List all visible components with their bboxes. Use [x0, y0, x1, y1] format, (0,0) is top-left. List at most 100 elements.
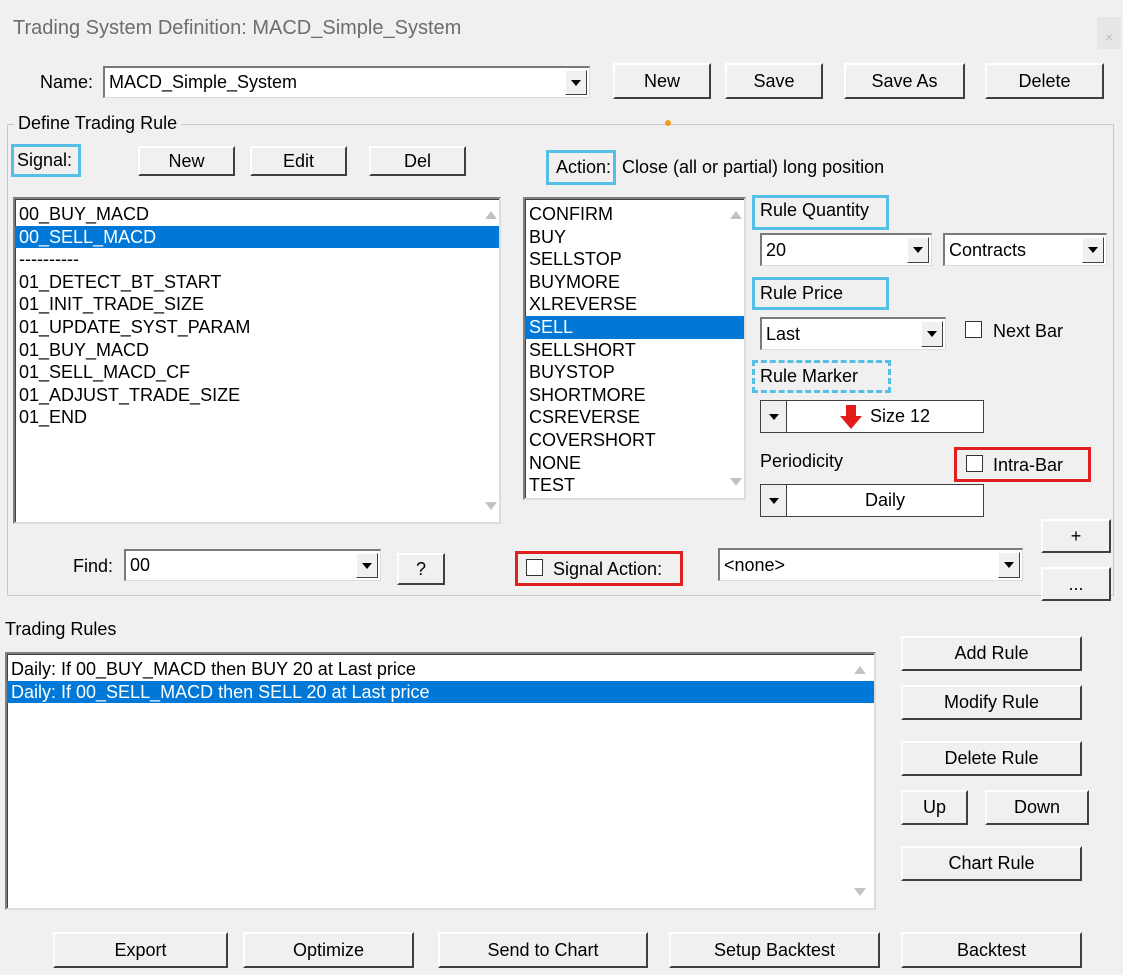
- next-bar-label: Next Bar: [993, 321, 1064, 341]
- actions-scrollbar[interactable]: [726, 199, 744, 498]
- send-to-chart-button[interactable]: Send to Chart: [438, 932, 648, 968]
- signal-action-checkbox[interactable]: [526, 559, 543, 576]
- trading-rules-list[interactable]: Daily: If 00_BUY_MACD then BUY 20 at Las…: [5, 652, 876, 910]
- add-signal-action-button[interactable]: +: [1041, 519, 1111, 553]
- action-list-item[interactable]: BUYMORE: [525, 271, 744, 294]
- intra-bar-label: Intra-Bar: [993, 455, 1064, 475]
- chevron-down-icon[interactable]: [1082, 237, 1104, 263]
- action-list-item[interactable]: TEST: [525, 474, 744, 497]
- action-list-item[interactable]: CONFIRM: [525, 203, 744, 226]
- scroll-up-icon[interactable]: [854, 666, 866, 674]
- modify-rule-button[interactable]: Modify Rule: [901, 685, 1082, 720]
- resize-dot-icon: [665, 120, 671, 126]
- quantity-unit-combo[interactable]: Contracts: [943, 233, 1107, 266]
- backtest-button[interactable]: Backtest: [901, 932, 1082, 968]
- trading-rule-row[interactable]: Daily: If 00_BUY_MACD then BUY 20 at Las…: [7, 658, 874, 681]
- signal-action-value: <none>: [724, 554, 786, 575]
- signals-list[interactable]: 00_BUY_MACD 00_SELL_MACD ---------- 01_DETE…: [13, 197, 501, 524]
- find-value: 00: [130, 555, 151, 575]
- quantity-value: 20: [766, 239, 787, 260]
- name-label: Name:: [40, 72, 94, 92]
- action-list-item[interactable]: XLREVERSE: [525, 293, 744, 316]
- signal-list-item[interactable]: 01_DETECT_BT_START: [15, 271, 499, 294]
- action-list-item[interactable]: SELLSTOP: [525, 248, 744, 271]
- scroll-down-icon[interactable]: [730, 478, 742, 486]
- action-list-item[interactable]: NONE: [525, 452, 744, 475]
- save-button[interactable]: Save: [725, 63, 823, 99]
- rule-marker-picker[interactable]: Size 12: [760, 400, 984, 433]
- signal-delete-button[interactable]: Del: [369, 146, 466, 176]
- chevron-down-icon[interactable]: [356, 553, 378, 578]
- action-list-item[interactable]: SELL: [525, 315, 744, 339]
- chart-rule-button[interactable]: Chart Rule: [901, 846, 1082, 881]
- optimize-button[interactable]: Optimize: [243, 932, 414, 968]
- trading-rules-label: Trading Rules: [5, 619, 117, 639]
- signals-scrollbar[interactable]: [481, 199, 499, 522]
- action-list-item[interactable]: BUY: [525, 226, 744, 249]
- move-up-button[interactable]: Up: [901, 790, 968, 825]
- chevron-down-icon[interactable]: [998, 552, 1020, 578]
- more-options-button[interactable]: ...: [1041, 567, 1111, 601]
- signal-list-item[interactable]: ----------: [15, 248, 499, 271]
- add-rule-button[interactable]: Add Rule: [901, 636, 1082, 671]
- move-down-button[interactable]: Down: [985, 790, 1089, 825]
- delete-system-button[interactable]: Delete: [985, 63, 1104, 99]
- signal-list-item[interactable]: 01_UPDATE_SYST_PARAM: [15, 316, 499, 339]
- trading-system-dialog: Trading System Definition: MACD_Simple_S…: [0, 0, 1123, 975]
- action-description: Close (all or partial) long position: [622, 157, 885, 177]
- intra-bar-checkbox[interactable]: [966, 455, 983, 472]
- chevron-down-icon[interactable]: [761, 485, 787, 516]
- signal-list-item[interactable]: 01_ADJUST_TRADE_SIZE: [15, 384, 499, 407]
- actions-list[interactable]: CONFIRM BUY SELLSTOP BUYMORE XLREVERSE SELL SE…: [523, 197, 746, 500]
- find-combo[interactable]: 00: [124, 549, 381, 581]
- next-bar-checkbox[interactable]: [965, 321, 982, 338]
- signal-list-item[interactable]: 00_BUY_MACD: [15, 203, 499, 226]
- scroll-down-icon[interactable]: [854, 888, 866, 896]
- close-button[interactable]: ×: [1097, 17, 1121, 49]
- action-list-item[interactable]: SHORTMORE: [525, 384, 744, 407]
- help-button[interactable]: ?: [397, 553, 445, 585]
- chevron-down-icon[interactable]: [565, 70, 587, 95]
- signal-label: Signal:: [17, 150, 73, 170]
- red-down-arrow-icon: [839, 404, 862, 429]
- action-list-item[interactable]: COVERSHORT: [525, 429, 744, 452]
- scroll-up-icon[interactable]: [730, 211, 742, 219]
- periodicity-label: Periodicity: [760, 451, 844, 471]
- name-value: MACD_Simple_System: [109, 72, 298, 92]
- save-as-button[interactable]: Save As: [844, 63, 965, 99]
- quantity-combo[interactable]: 20: [760, 233, 932, 266]
- chevron-down-icon[interactable]: [907, 237, 929, 263]
- signal-action-combo[interactable]: <none>: [718, 548, 1023, 581]
- action-list-item[interactable]: CSREVERSE: [525, 406, 744, 429]
- setup-backtest-button[interactable]: Setup Backtest: [669, 932, 880, 968]
- new-system-button[interactable]: New: [613, 63, 711, 99]
- signal-edit-button[interactable]: Edit: [250, 146, 347, 176]
- scroll-down-icon[interactable]: [485, 502, 497, 510]
- rules-scrollbar[interactable]: [850, 654, 868, 908]
- signal-list-item[interactable]: 01_END: [15, 406, 499, 429]
- signal-list-item[interactable]: 00_SELL_MACD: [15, 225, 499, 249]
- find-label: Find:: [73, 556, 114, 576]
- name-combo[interactable]: MACD_Simple_System: [103, 66, 590, 98]
- price-combo[interactable]: Last: [760, 317, 946, 350]
- action-list-item[interactable]: SELLSHORT: [525, 339, 744, 362]
- price-value: Last: [766, 323, 801, 344]
- rule-marker-label: Rule Marker: [760, 366, 859, 386]
- define-trading-rule-label: Define Trading Rule: [14, 113, 182, 134]
- action-list-item[interactable]: BUYSTOP: [525, 361, 744, 384]
- chevron-down-icon[interactable]: [921, 321, 943, 347]
- quantity-unit-value: Contracts: [949, 239, 1027, 260]
- delete-rule-button[interactable]: Delete Rule: [901, 741, 1082, 776]
- rule-quantity-label: Rule Quantity: [760, 200, 870, 220]
- periodicity-value: Daily: [864, 490, 905, 510]
- trading-rule-row[interactable]: Daily: If 00_SELL_MACD then SELL 20 at L…: [7, 680, 874, 704]
- export-button[interactable]: Export: [53, 932, 228, 968]
- signal-action-label: Signal Action:: [553, 559, 663, 579]
- signal-list-item[interactable]: 01_SELL_MACD_CF: [15, 361, 499, 384]
- signal-new-button[interactable]: New: [138, 146, 235, 176]
- signal-list-item[interactable]: 01_INIT_TRADE_SIZE: [15, 293, 499, 316]
- chevron-down-icon[interactable]: [761, 401, 787, 432]
- signal-list-item[interactable]: 01_BUY_MACD: [15, 339, 499, 362]
- scroll-up-icon[interactable]: [485, 211, 497, 219]
- periodicity-picker[interactable]: Daily: [760, 484, 984, 517]
